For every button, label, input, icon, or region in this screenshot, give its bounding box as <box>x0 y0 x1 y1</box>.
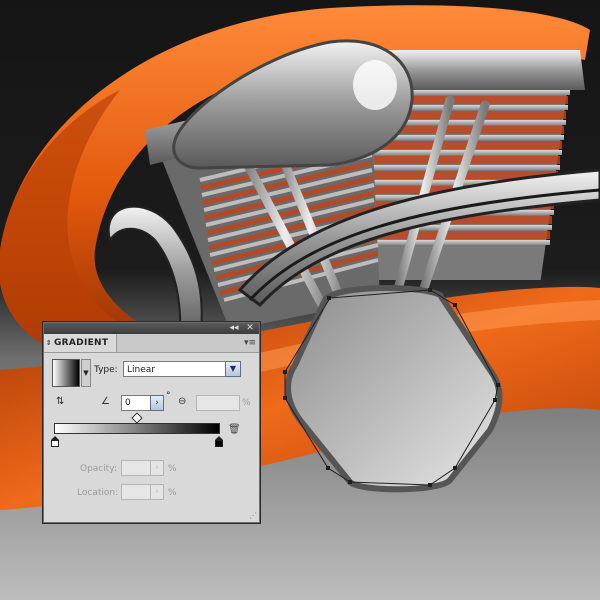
location-label: Location: <box>77 488 119 498</box>
opacity-stepper-icon[interactable]: › <box>150 460 164 476</box>
gradient-ramp[interactable] <box>54 423 220 434</box>
collapse-icon[interactable]: ◂◂ <box>228 323 240 334</box>
panel-tab-row: ⇕ GRADIENT ▾≡ <box>44 334 259 353</box>
gradient-panel: ◂◂ ✕ ⇕ GRADIENT ▾≡ ▼ Type: Linear ▼ ⇅ ∠ 0… <box>43 322 260 523</box>
angle-stepper-icon[interactable]: › <box>150 395 164 411</box>
opacity-label: Opacity: <box>80 464 117 474</box>
close-icon[interactable]: ✕ <box>244 323 256 334</box>
gradient-swatch[interactable] <box>52 359 80 387</box>
type-select[interactable]: Linear <box>123 361 240 377</box>
aspect-input[interactable] <box>196 395 240 411</box>
degree-symbol: ° <box>166 391 171 401</box>
panel-title: GRADIENT <box>54 338 109 348</box>
location-unit: % <box>168 488 177 498</box>
tab-gradient[interactable]: ⇕ GRADIENT <box>44 334 117 352</box>
aspect-ratio-icon: ⊖ <box>178 396 187 407</box>
location-input[interactable] <box>121 484 151 500</box>
expand-arrows-icon[interactable]: ⇕ <box>44 334 54 352</box>
color-stop-start[interactable] <box>51 436 59 447</box>
swatch-dropdown-icon[interactable]: ▼ <box>81 359 91 387</box>
angle-icon: ∠ <box>101 396 110 407</box>
chevron-down-icon[interactable]: ▼ <box>225 361 241 377</box>
opacity-unit: % <box>168 464 177 474</box>
location-stepper-icon[interactable]: › <box>150 484 164 500</box>
opacity-input[interactable] <box>121 460 151 476</box>
panel-title-bar[interactable]: ◂◂ ✕ <box>44 323 259 334</box>
color-stop-end[interactable] <box>215 436 223 447</box>
resize-grip-icon[interactable]: ⋰ <box>249 511 257 520</box>
reverse-gradient-icon[interactable]: ⇅ <box>56 396 64 407</box>
midpoint-slider[interactable] <box>131 412 143 424</box>
type-label: Type: <box>94 365 118 375</box>
air-cleaner-highlight <box>353 60 397 110</box>
trash-icon[interactable]: 🗑 <box>228 424 241 435</box>
angle-input[interactable]: 0 <box>121 395 151 411</box>
aspect-unit: % <box>242 398 251 408</box>
panel-menu-icon[interactable]: ▾≡ <box>244 337 256 349</box>
